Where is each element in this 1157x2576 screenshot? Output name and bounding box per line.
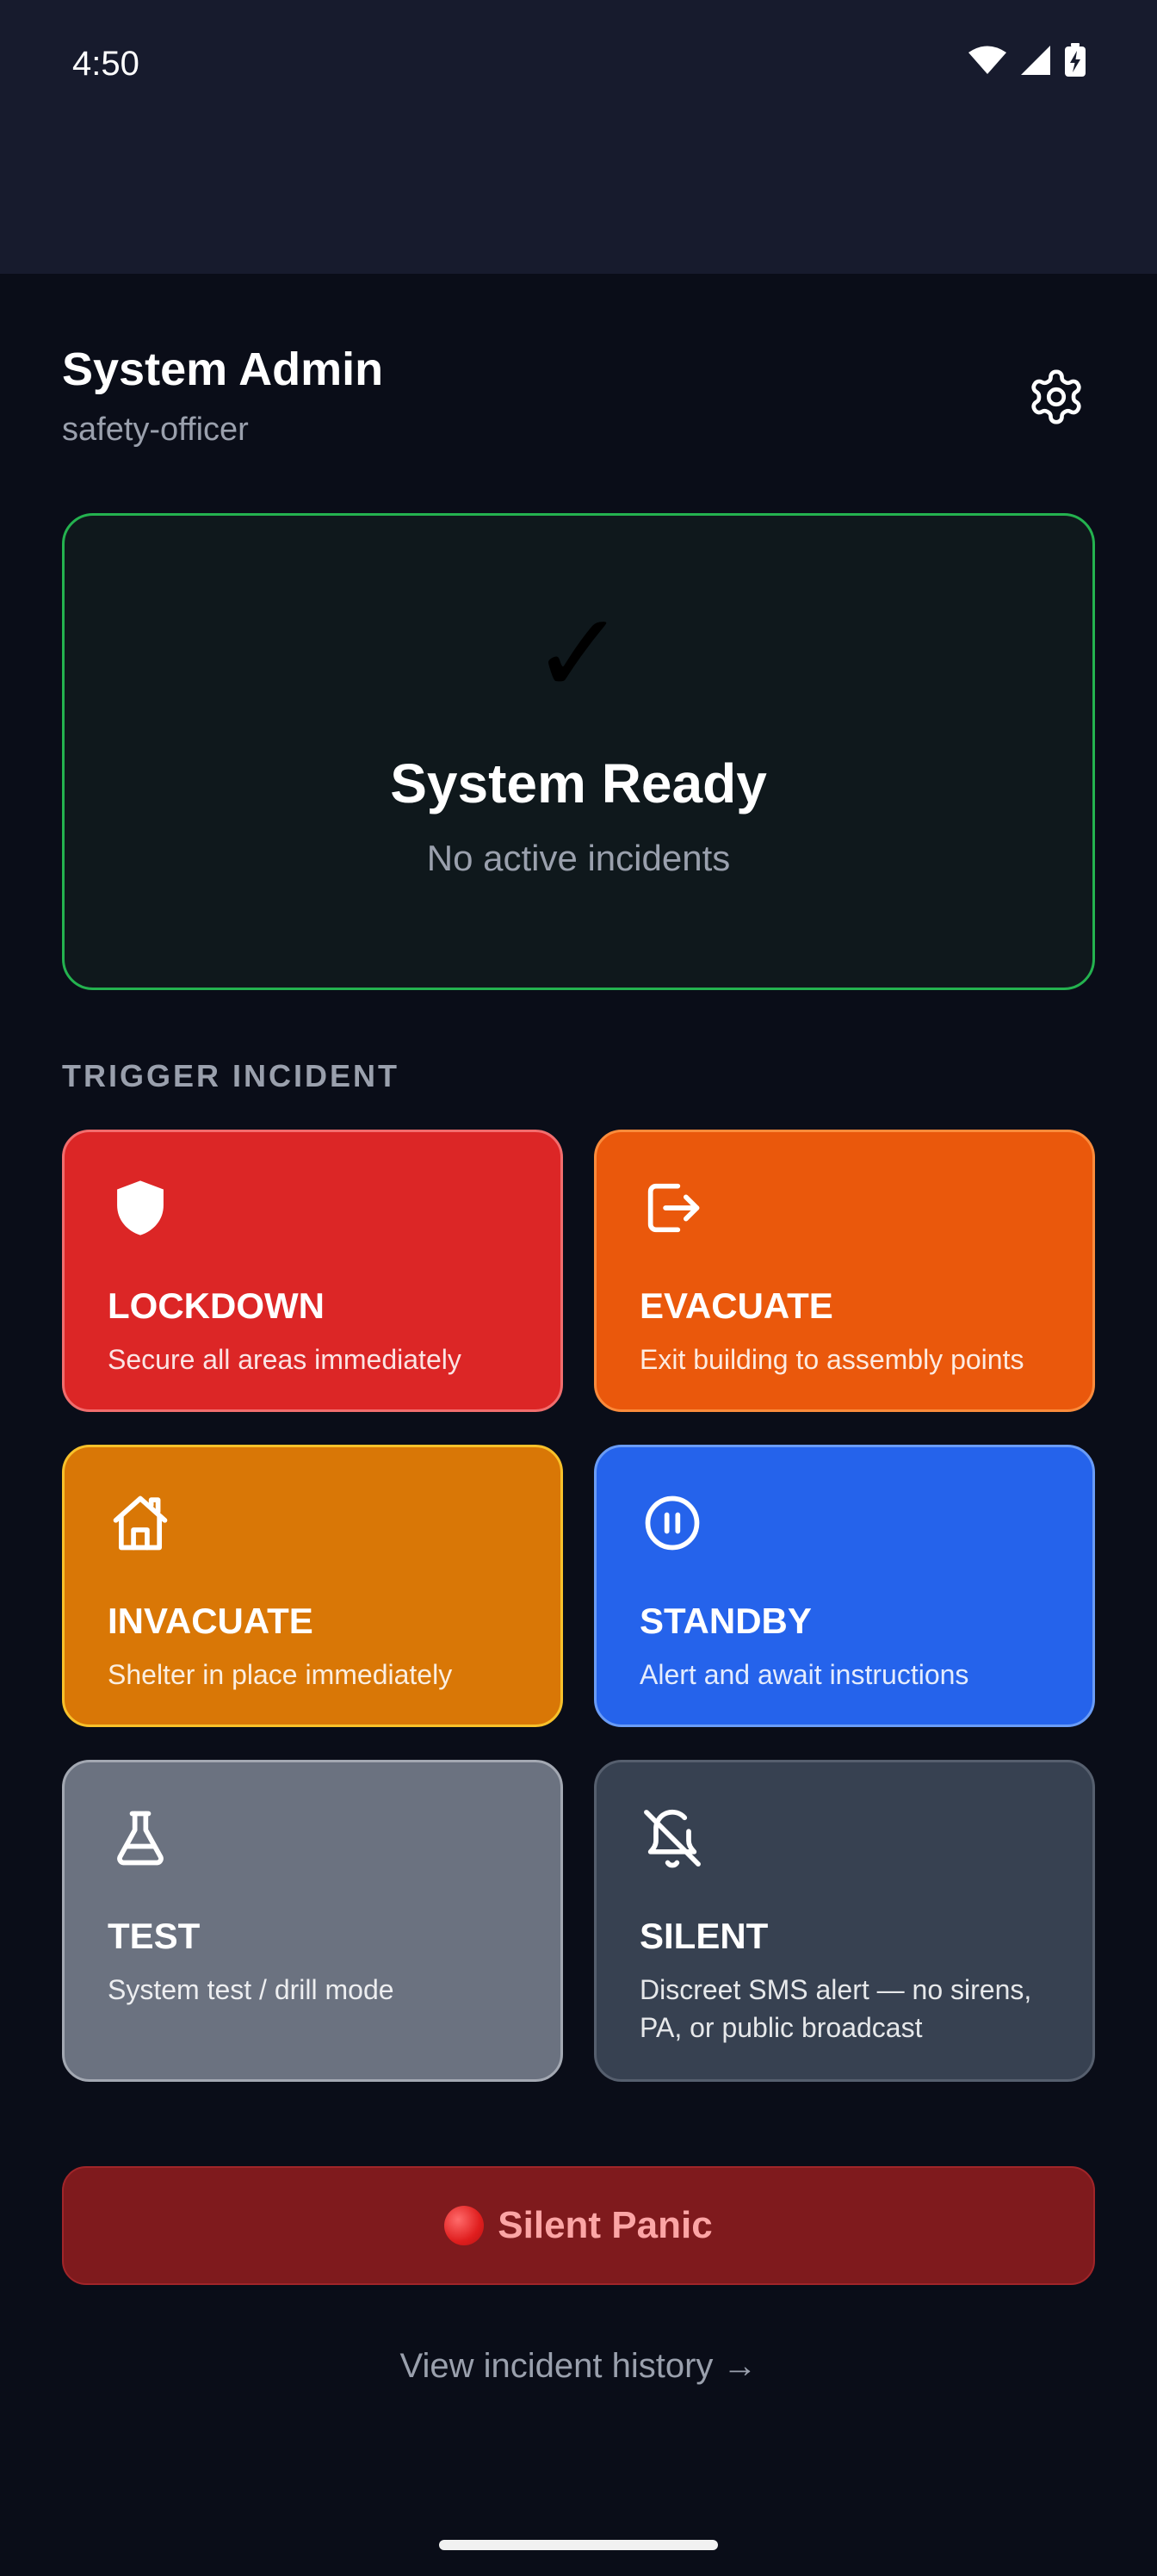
standby-button[interactable]: STANDBY Alert and await instructions [594,1445,1095,1727]
incident-description: System test / drill mode [108,1974,394,2005]
status-title: System Ready [390,752,767,814]
settings-button[interactable] [1018,358,1095,436]
incident-label: INVACUATE [108,1601,313,1641]
incident-label: EVACUATE [640,1285,833,1326]
lockdown-button[interactable]: LOCKDOWN Secure all areas immediately [62,1130,563,1412]
check-icon: ✓ [531,588,626,719]
incident-label: SILENT [640,1916,769,1956]
gesture-nav-handle[interactable] [439,2540,718,2550]
user-header: System Admin safety-officer [62,341,1095,461]
evacuate-button[interactable]: EVACUATE Exit building to assembly point… [594,1130,1095,1412]
home-icon [113,1495,168,1551]
incident-label: TEST [108,1916,201,1956]
bell-off-icon [644,1809,701,1868]
app-root: 4:50 System Admin safety-officer ✓ Syste… [0,0,1157,2576]
panic-label: Silent Panic [498,2204,713,2246]
incident-description: Exit building to assembly points [640,1344,1024,1375]
incident-description: Secure all areas immediately [108,1344,461,1375]
user-role: safety-officer [62,412,249,448]
incident-label: LOCKDOWN [108,1285,325,1326]
incident-description: Shelter in place immediately [108,1659,453,1690]
status-bar: 4:50 [0,0,1157,274]
silent-button[interactable]: SILENT Discreet SMS alert — no sirens, P… [594,1760,1095,2082]
exit-icon [647,1183,700,1233]
battery-charging-icon [1065,43,1086,77]
user-name: System Admin [62,344,384,395]
gear-icon [1031,369,1081,424]
wifi-icon [968,46,1006,74]
status-time: 4:50 [72,45,139,83]
red-circle-icon [444,2206,485,2245]
incident-label: STANDBY [640,1601,812,1641]
status-icons [968,43,1086,77]
incident-description: Discreet SMS alert — no sirens, PA, or p… [640,1974,1032,2043]
incident-description: Alert and await instructions [640,1659,969,1690]
silent-panic-button[interactable]: Silent Panic [62,2166,1095,2285]
pause-circle-icon [645,1495,700,1551]
incident-history-link[interactable]: View incident history → [0,2344,1157,2388]
system-status-card: ✓ System Ready No active incidents [62,513,1095,990]
trigger-section-label: TRIGGER INCIDENT [62,1058,400,1093]
status-subtitle: No active incidents [426,838,731,878]
flask-icon [117,1811,164,1866]
test-button[interactable]: TEST System test / drill mode [62,1760,563,2082]
invacuate-button[interactable]: INVACUATE Shelter in place immediately [62,1445,563,1727]
shield-icon [117,1180,164,1235]
signal-icon [1021,46,1050,75]
